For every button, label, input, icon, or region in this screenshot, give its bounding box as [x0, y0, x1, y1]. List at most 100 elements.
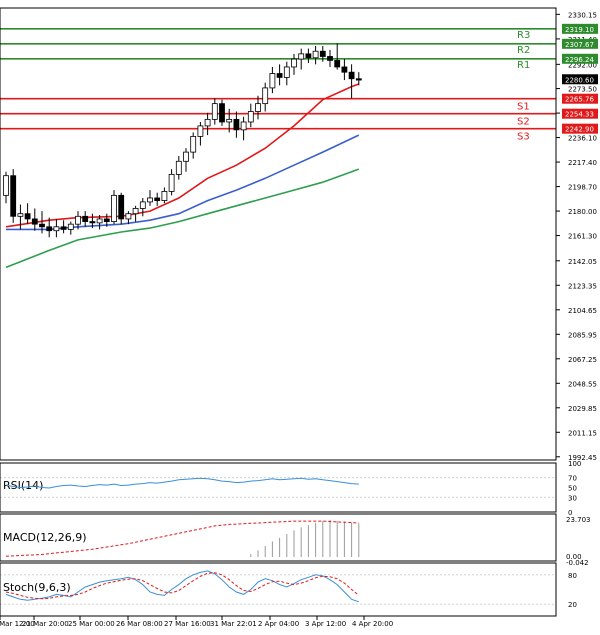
price-tags: 2280.60: [562, 74, 598, 85]
level-name: R3: [517, 30, 530, 41]
candle-up: [175, 160, 182, 175]
candle-down: [319, 50, 326, 57]
candle-down: [334, 60, 341, 68]
candle-up: [204, 118, 211, 127]
level-name: R1: [517, 60, 530, 71]
candle-up: [139, 201, 146, 209]
candle-up: [183, 151, 189, 162]
stoch-tick-label: 20: [568, 601, 577, 609]
chart-window: 2330.152311.402292.002273.502254.802236.…: [0, 0, 600, 631]
candle-up: [211, 103, 218, 120]
price-tick-label: 2330.15: [568, 11, 597, 19]
rsi-tick-label: 30: [568, 494, 577, 502]
time-tick-label: 3 Apr 12:00: [305, 620, 346, 628]
candle-down: [82, 215, 89, 222]
time-tick-label: 26 Mar 08:00: [116, 620, 163, 628]
rsi-tick-label: 100: [568, 460, 581, 468]
time-tick-label: 2 Apr 04:00: [258, 620, 299, 628]
candle-down: [348, 71, 355, 80]
stoch-label: Stoch(9,6,3): [3, 581, 71, 594]
candle-down: [10, 175, 17, 217]
level-name: S2: [517, 117, 530, 128]
candle-down: [355, 78, 362, 81]
candle-up: [240, 121, 247, 131]
candle-up: [247, 111, 254, 123]
candle-up: [96, 218, 103, 224]
level-price-label: 2265.76: [565, 96, 594, 104]
time-tick-label: 25 Mar 00:00: [68, 620, 115, 628]
price-tick-label: 2273.50: [568, 86, 597, 94]
time-tick-label: 4 Apr 20:00: [352, 620, 393, 628]
candle-up: [190, 135, 197, 153]
time-tick-label: 31 Mar 22:01: [210, 620, 257, 628]
candle-up: [75, 215, 81, 225]
candle-up: [269, 73, 276, 89]
candle-down: [276, 73, 283, 78]
price-tick-label: 2198.70: [568, 184, 597, 192]
level-name: R2: [517, 45, 530, 56]
level-price-label: 2307.67: [565, 41, 594, 49]
macd-tick-label: -0.042: [566, 559, 589, 567]
candle-up: [298, 53, 305, 60]
candle-down: [24, 213, 31, 220]
candle-up: [161, 191, 168, 201]
price-tick-label: 2011.15: [568, 429, 597, 437]
price-tick-label: 2161.30: [568, 233, 597, 241]
candle-down: [327, 56, 333, 61]
candle-up: [53, 226, 60, 232]
candle-down: [31, 218, 38, 225]
time-tick-label: 27 Mar 16:00: [164, 620, 211, 628]
candle-down: [233, 118, 240, 131]
candle-down: [103, 218, 110, 222]
rsi-tick-label: 70: [568, 475, 577, 483]
candle-up: [197, 125, 204, 137]
price-tick-label: 2142.05: [568, 258, 597, 266]
level-price-label: 2296.24: [565, 56, 594, 64]
candle-down: [154, 197, 161, 201]
level-price-label: 2319.10: [565, 26, 594, 34]
price-tick-label: 2085.95: [568, 331, 597, 339]
candle-up: [125, 213, 132, 220]
time-tick-label: 21 Mar 20:00: [22, 620, 69, 628]
level-name: S3: [517, 132, 530, 143]
price-tick-label: 2029.85: [568, 405, 597, 413]
candle-down: [219, 103, 225, 123]
price-tick-label: 2048.55: [568, 380, 597, 388]
candle-down: [46, 226, 53, 232]
price-tick-label: 2067.25: [568, 356, 597, 364]
candle-down: [39, 223, 45, 228]
price-tick-label: 2236.10: [568, 135, 597, 143]
candle-down: [305, 53, 312, 59]
candle-down: [60, 226, 67, 230]
candle-down: [341, 66, 348, 73]
rsi-tick-label: 50: [568, 485, 577, 493]
candle-up: [3, 175, 9, 196]
level-price-label: 2242.90: [565, 126, 594, 134]
price-tick-label: 2123.35: [568, 282, 597, 290]
candle-down: [89, 221, 96, 224]
price-tick-label: 2180.00: [568, 208, 597, 216]
candle-up: [226, 118, 233, 123]
candle-up: [132, 208, 139, 215]
candle-up: [283, 66, 290, 78]
candle-down: [118, 194, 125, 220]
candle-up: [111, 194, 117, 222]
level-price-label: 2254.33: [565, 111, 594, 119]
macd-tick-label: 23.703: [566, 516, 591, 524]
candle-up: [312, 50, 319, 59]
candle-up: [147, 197, 153, 203]
candle-up: [262, 87, 269, 105]
candle-up: [67, 223, 74, 230]
chart-svg: 2330.152311.402292.002273.502254.802236.…: [0, 0, 600, 631]
stoch-tick-label: 80: [568, 572, 577, 580]
macd-label: MACD(12,26,9): [3, 531, 87, 544]
price-tick-label: 2217.40: [568, 159, 597, 167]
last-price-label: 2280.60: [565, 76, 594, 84]
candle-up: [255, 103, 261, 112]
chart-background: [0, 0, 600, 631]
candle-up: [17, 213, 24, 217]
price-tick-label: 2104.65: [568, 307, 597, 315]
candle-up: [168, 173, 175, 192]
level-name: S1: [517, 102, 530, 113]
candle-up: [291, 58, 297, 68]
